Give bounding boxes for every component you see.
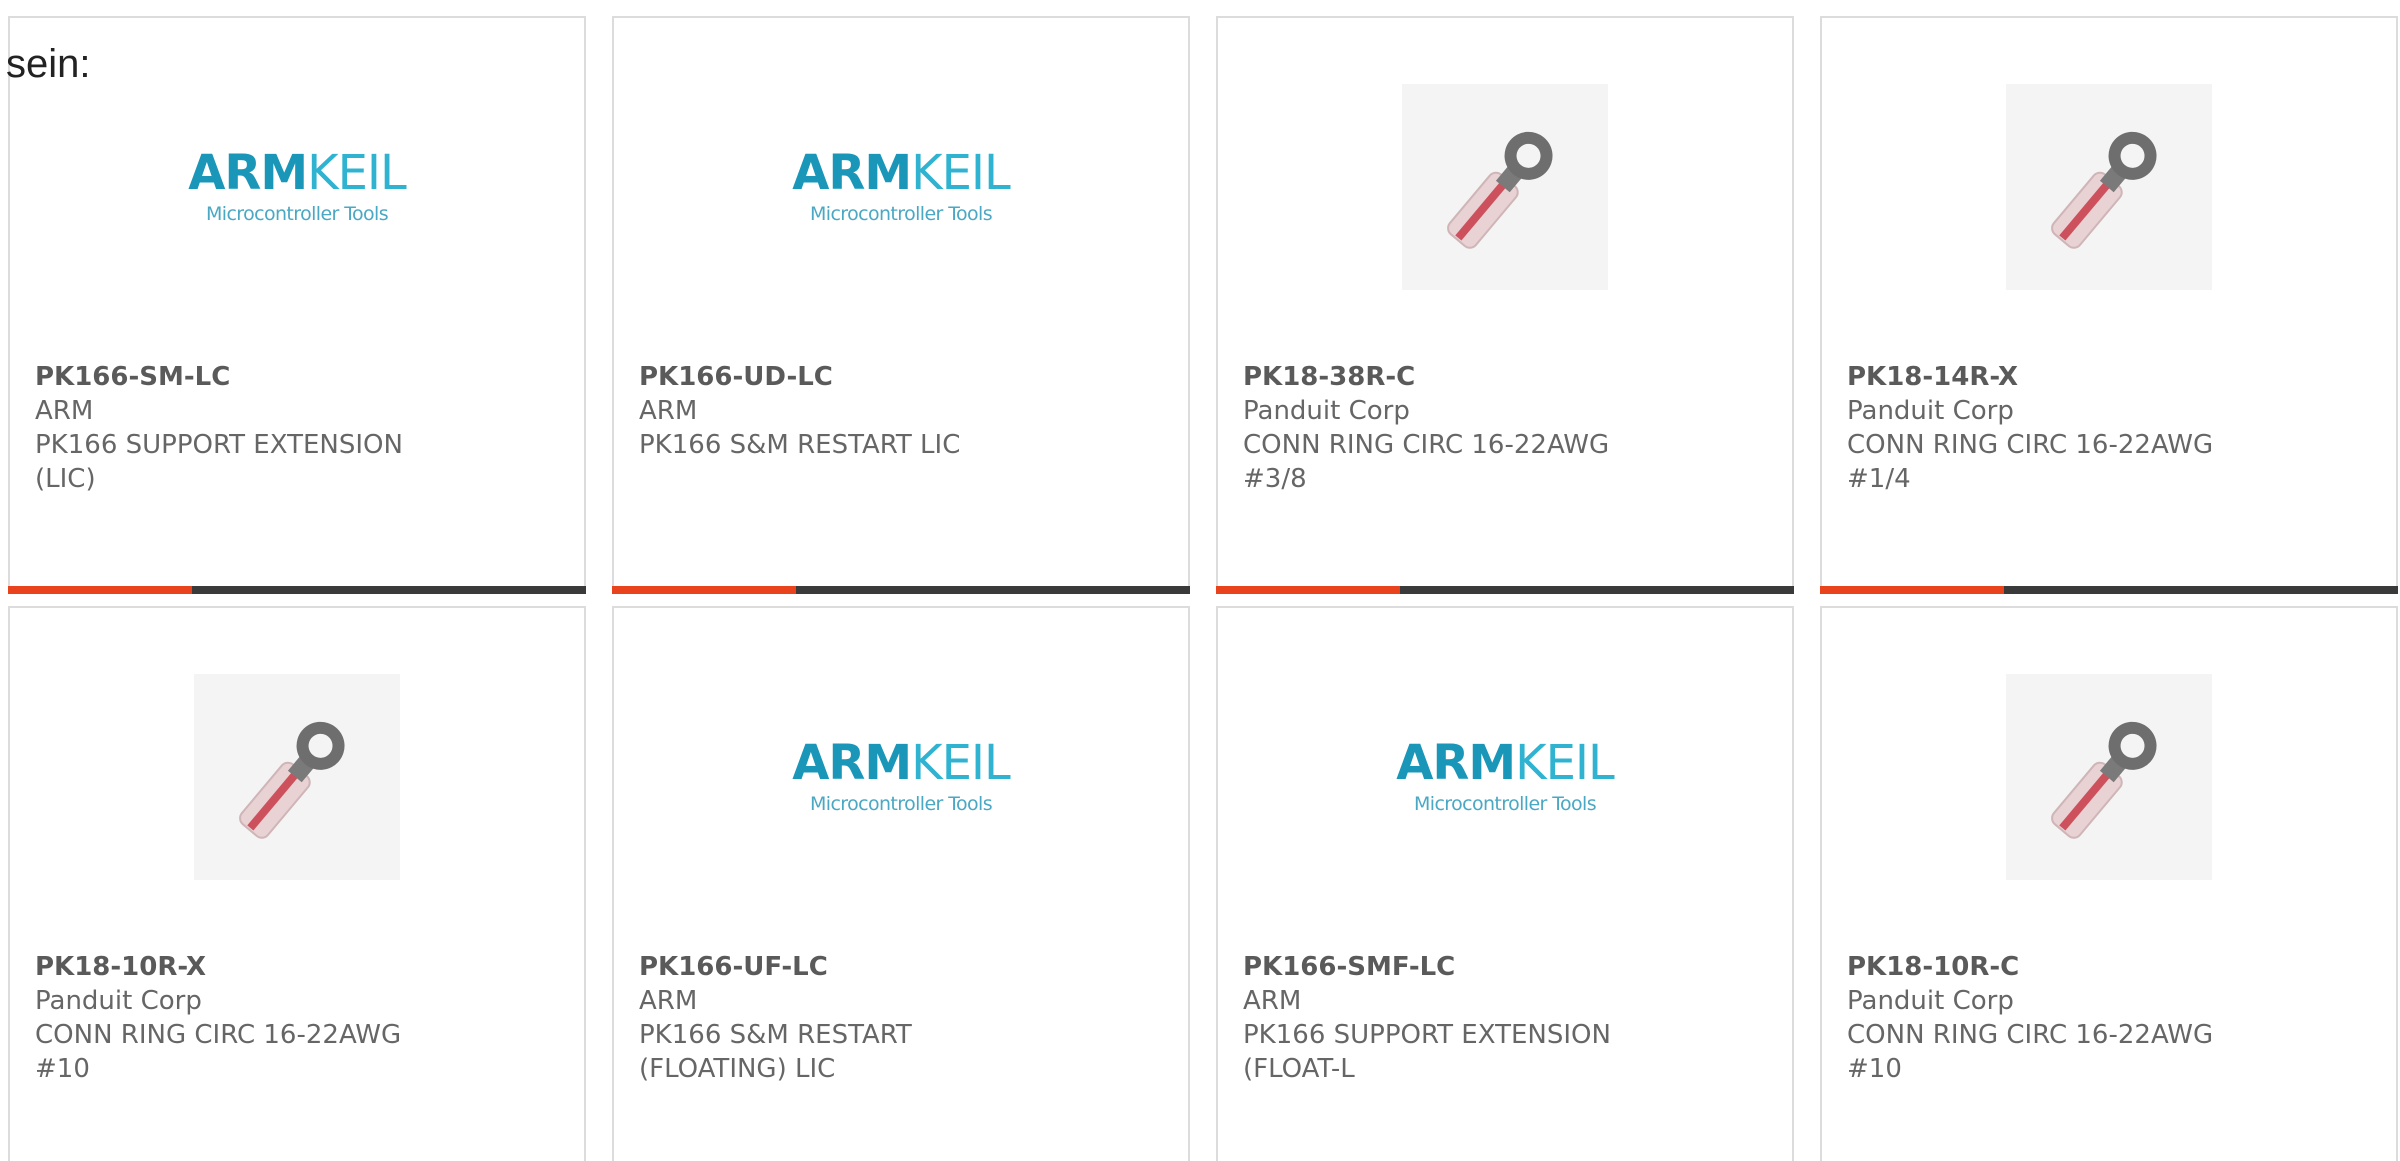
ring-terminal-icon [2006,674,2212,880]
product-card[interactable]: ARMKEIL Microcontroller Tools PK166-UF-L… [612,606,1190,1161]
description: PK166 S&M RESTART (FLOATING) LIC [639,1020,912,1084]
product-image: ARMKEIL Microcontroller Tools [1218,674,1792,880]
part-number: PK166-SM-LC [35,362,231,392]
part-number: PK166-UF-LC [639,952,828,982]
description: PK166 SUPPORT EXTENSION (LIC) [35,430,403,494]
product-card[interactable]: PK18-38R-C Panduit Corp CONN RING CIRC 1… [1216,16,1794,594]
manufacturer: Panduit Corp [1847,396,2014,426]
manufacturer: Panduit Corp [1243,396,1410,426]
manufacturer: ARM [639,396,698,426]
description: CONN RING CIRC 16-22AWG #10 [35,1020,402,1084]
part-number: PK18-10R-X [35,952,207,982]
product-card[interactable]: PK18-10R-X Panduit Corp CONN RING CIRC 1… [8,606,586,1161]
product-card[interactable]: ARMKEIL Microcontroller Tools PK166-SMF-… [1216,606,1794,1161]
ring-terminal-icon [1402,84,1608,290]
arm-keil-logo: ARMKEIL Microcontroller Tools [792,145,1011,225]
arm-keil-logo: ARMKEIL Microcontroller Tools [188,145,407,225]
product-card[interactable]: ARMKEIL Microcontroller Tools PK166-SM-L… [8,16,586,594]
arm-keil-logo: ARMKEIL Microcontroller Tools [1396,735,1615,815]
ring-terminal-icon [194,674,400,880]
product-image: ARMKEIL Microcontroller Tools [614,84,1188,290]
product-grid-page: sein: ARMKEIL Microcontroller Tools PK16… [0,0,2400,1161]
description: CONN RING CIRC 16-22AWG #3/8 [1243,430,1610,494]
product-image [1218,84,1792,290]
product-image: ARMKEIL Microcontroller Tools [614,674,1188,880]
manufacturer: ARM [1243,986,1302,1016]
description: CONN RING CIRC 16-22AWG #10 [1847,1020,2214,1084]
product-card[interactable]: PK18-14R-X Panduit Corp CONN RING CIRC 1… [1820,16,2398,594]
card-accent-bar [8,586,586,594]
product-image: ARMKEIL Microcontroller Tools [10,84,584,290]
part-number: PK18-38R-C [1243,362,1416,392]
card-accent-bar [1820,586,2398,594]
card-accent-bar [1216,586,1794,594]
product-card[interactable]: PK18-10R-C Panduit Corp CONN RING CIRC 1… [1820,606,2398,1161]
arm-keil-logo: ARMKEIL Microcontroller Tools [792,735,1011,815]
description: CONN RING CIRC 16-22AWG #1/4 [1847,430,2214,494]
part-number: PK166-SMF-LC [1243,952,1456,982]
product-image [10,674,584,880]
part-number: PK18-14R-X [1847,362,2019,392]
manufacturer: Panduit Corp [1847,986,2014,1016]
manufacturer: ARM [639,986,698,1016]
description: PK166 SUPPORT EXTENSION (FLOAT-L [1243,1020,1611,1084]
header-text: sein: [6,42,91,86]
part-number: PK18-10R-C [1847,952,2020,982]
manufacturer: Panduit Corp [35,986,202,1016]
product-image [1822,674,2396,880]
ring-terminal-icon [2006,84,2212,290]
product-image [1822,84,2396,290]
part-number: PK166-UD-LC [639,362,833,392]
card-accent-bar [612,586,1190,594]
product-card[interactable]: ARMKEIL Microcontroller Tools PK166-UD-L… [612,16,1190,594]
manufacturer: ARM [35,396,94,426]
description: PK166 S&M RESTART LIC [639,430,961,460]
